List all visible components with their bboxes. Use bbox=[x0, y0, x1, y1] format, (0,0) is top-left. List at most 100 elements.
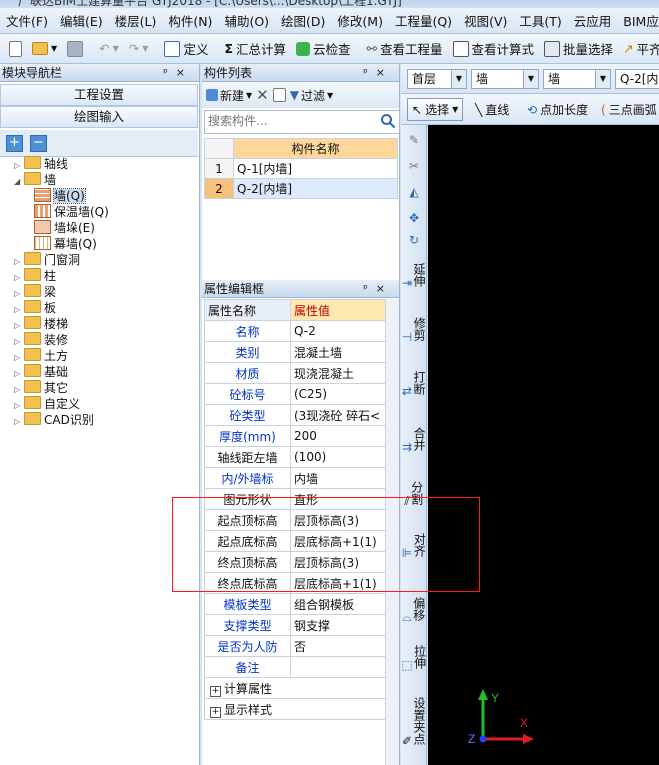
component-search-input[interactable] bbox=[205, 111, 379, 131]
copy-tool[interactable]: ✂ bbox=[401, 159, 427, 173]
property-value[interactable] bbox=[290, 656, 386, 678]
open-file-button[interactable]: ▼ bbox=[27, 37, 62, 61]
move-tool[interactable]: ✥ bbox=[401, 211, 427, 225]
flat-button[interactable]: ↗ 平齐 bbox=[618, 37, 659, 61]
save-button[interactable] bbox=[62, 37, 88, 61]
delete-icon[interactable]: ✕ bbox=[256, 86, 269, 104]
property-value[interactable]: 混凝土墙 bbox=[290, 341, 386, 363]
component-dropdown[interactable]: Q-2[内墙] bbox=[615, 69, 659, 89]
property-row[interactable]: 厚度(mm) 200 bbox=[204, 425, 386, 447]
tree-item-custom[interactable]: ▷ 自定义 bbox=[14, 396, 80, 412]
pick-tool[interactable]: ✎ bbox=[401, 133, 427, 147]
undo-button[interactable]: ↶ ▼ bbox=[94, 37, 124, 61]
table-row[interactable]: 1 Q-1[内墙] bbox=[204, 158, 398, 179]
property-row[interactable]: 砼类型 (3现浇砼 碎石< bbox=[204, 404, 386, 426]
menu-file[interactable]: 文件(F) bbox=[0, 11, 54, 30]
new-file-button[interactable] bbox=[4, 37, 27, 61]
property-value[interactable]: 内墙 bbox=[290, 467, 386, 489]
property-row[interactable]: 砼标号 (C25) bbox=[204, 383, 386, 405]
pin-icon[interactable]: ᵖ bbox=[163, 66, 176, 79]
property-row[interactable]: 支撑类型 钢支撑 bbox=[204, 614, 386, 636]
trim-tool[interactable]: ⊣修剪 bbox=[401, 317, 427, 344]
set-grip-tool[interactable]: ✐设置夹点 bbox=[401, 697, 427, 748]
menu-component[interactable]: 构件(N) bbox=[162, 11, 218, 30]
redo-button[interactable]: ↷ ▼ bbox=[124, 37, 154, 61]
menu-view[interactable]: 视图(V) bbox=[458, 11, 513, 30]
menu-quantity[interactable]: 工程量(Q) bbox=[389, 11, 458, 30]
component-name-header[interactable]: 构件名称 bbox=[233, 138, 398, 159]
three-point-arc-button[interactable]: (三点画弧 bbox=[601, 101, 657, 118]
close-icon[interactable]: × bbox=[376, 282, 393, 295]
summary-calc-button[interactable]: Σ 汇总计算 bbox=[219, 37, 291, 61]
property-row[interactable]: 轴线距左墙 (100) bbox=[204, 446, 386, 468]
tree-item-slab[interactable]: ▷ 板 bbox=[14, 300, 56, 316]
expand-icon[interactable]: + bbox=[210, 685, 221, 697]
menu-floor[interactable]: 楼层(L) bbox=[109, 11, 163, 30]
property-value[interactable]: 现浇混凝土 bbox=[290, 362, 386, 384]
floor-dropdown[interactable]: 首层 ▼ bbox=[407, 69, 467, 89]
type-dropdown[interactable]: 墙 ▼ bbox=[471, 69, 539, 89]
tree-item-wall-q[interactable]: 墙(Q) bbox=[34, 188, 86, 204]
close-icon[interactable]: × bbox=[176, 66, 193, 79]
menu-edit[interactable]: 编辑(E) bbox=[54, 11, 109, 30]
merge-tool[interactable]: ⇉合并 bbox=[401, 427, 427, 454]
tree-item-foundation[interactable]: ▷ 基础 bbox=[14, 364, 68, 380]
project-settings-button[interactable]: 工程设置 bbox=[0, 84, 198, 106]
property-row[interactable]: 材质 现浇混凝土 bbox=[204, 362, 386, 384]
tree-item-decoration[interactable]: ▷ 装修 bbox=[14, 332, 68, 348]
expand-all-button[interactable]: + bbox=[6, 135, 23, 152]
property-group-row[interactable]: + 计算属性 bbox=[204, 677, 386, 699]
tree-item-cad-recognition[interactable]: ▷ CAD识别 bbox=[14, 412, 94, 428]
table-row-selected[interactable]: 2 Q-2[内墙] bbox=[204, 178, 398, 199]
tree-item-axis[interactable]: ▷ 轴线 bbox=[14, 156, 68, 172]
menu-tools[interactable]: 工具(T) bbox=[513, 11, 567, 30]
tree-item-openings[interactable]: ▷ 门窗洞 bbox=[14, 252, 80, 268]
close-icon[interactable]: × bbox=[376, 66, 393, 79]
pin-icon[interactable]: ᵖ bbox=[363, 66, 376, 79]
expand-icon[interactable]: + bbox=[210, 706, 221, 718]
property-value[interactable]: (3现浇砼 碎石< bbox=[290, 404, 386, 426]
filter-button[interactable]: ▼ 过滤 ▼ bbox=[290, 87, 333, 104]
line-button[interactable]: ╲ 直线 bbox=[475, 101, 509, 118]
copy-icon[interactable] bbox=[272, 88, 286, 102]
tree-item-beam[interactable]: ▷ 梁 bbox=[14, 284, 56, 300]
tree-item-earthwork[interactable]: ▷ 土方 bbox=[14, 348, 68, 364]
property-value[interactable]: (100) bbox=[290, 446, 386, 468]
tree-item-pilaster[interactable]: 墙垛(E) bbox=[34, 220, 95, 236]
property-group-row[interactable]: + 显示样式 bbox=[204, 698, 386, 720]
new-component-button[interactable]: 新建 ▼ bbox=[206, 87, 252, 104]
pin-icon[interactable]: ᵖ bbox=[363, 282, 376, 295]
select-button[interactable]: ↖ 选择 ▼ bbox=[407, 98, 464, 121]
component-name[interactable]: Q-2[内墙] bbox=[233, 178, 398, 199]
property-row[interactable]: 模板类型 组合钢模板 bbox=[204, 593, 386, 615]
property-row[interactable]: 类别 混凝土墙 bbox=[204, 341, 386, 363]
property-row[interactable]: 是否为人防否 bbox=[204, 635, 386, 657]
extend-tool[interactable]: ⇥延伸 bbox=[401, 263, 427, 290]
offset-tool[interactable]: ⌓偏移 bbox=[401, 597, 427, 624]
property-value[interactable]: (C25) bbox=[290, 383, 386, 405]
tree-item-others[interactable]: ▷ 其它 bbox=[14, 380, 68, 396]
menu-bim[interactable]: BIM应用(I) bbox=[617, 11, 659, 30]
point-length-button[interactable]: ⟲ 点加长度 bbox=[527, 101, 588, 118]
tree-item-stairs[interactable]: ▷ 楼梯 bbox=[14, 316, 68, 332]
tree-item-insulation-wall[interactable]: 保温墙(Q) bbox=[34, 204, 109, 220]
cloud-check-button[interactable]: 云检查 bbox=[291, 37, 356, 61]
menu-auxiliary[interactable]: 辅助(O) bbox=[218, 11, 275, 30]
subtype-dropdown[interactable]: 墙 ▼ bbox=[543, 69, 611, 89]
menu-modify[interactable]: 修改(M) bbox=[331, 11, 389, 30]
tree-item-column[interactable]: ▷ 柱 bbox=[14, 268, 56, 284]
view-formula-button[interactable]: 查看计算式 bbox=[448, 37, 540, 61]
mirror-tool[interactable]: ◭ bbox=[401, 185, 427, 199]
property-value[interactable]: 组合钢模板 bbox=[290, 593, 386, 615]
collapse-all-button[interactable]: − bbox=[30, 135, 47, 152]
property-row[interactable]: 名称 Q-2 bbox=[204, 320, 386, 342]
search-icon[interactable] bbox=[380, 113, 396, 129]
drawing-input-button[interactable]: 绘图输入 bbox=[0, 106, 198, 128]
tree-collapse-icon[interactable]: ◢ bbox=[14, 174, 24, 190]
property-value[interactable]: Q-2 bbox=[290, 320, 386, 342]
batch-select-button[interactable]: 批量选择 bbox=[539, 37, 618, 61]
property-value[interactable]: 200 bbox=[290, 425, 386, 447]
tree-item-wall[interactable]: ◢ 墙 bbox=[14, 172, 56, 188]
property-value[interactable]: 钢支撑 bbox=[290, 614, 386, 636]
menu-draw[interactable]: 绘图(D) bbox=[275, 11, 331, 30]
